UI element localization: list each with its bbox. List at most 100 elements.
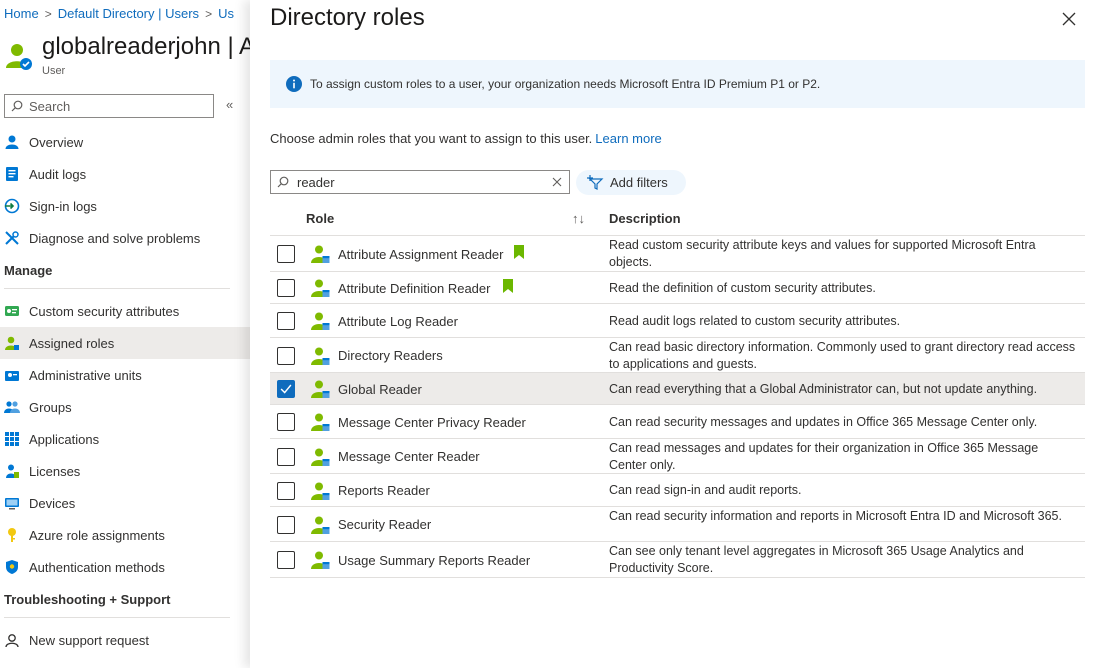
role-checkbox[interactable]	[277, 346, 295, 365]
sidebar-item-azure-role-assignments[interactable]: Azure role assignments	[0, 519, 250, 551]
role-checkbox[interactable]	[277, 413, 295, 431]
wrench-icon	[4, 230, 20, 246]
sidebar-item-label: Overview	[29, 134, 84, 150]
role-description: Can see only tenant level aggregates in …	[609, 544, 1024, 575]
role-description: Can read messages and updates for their …	[609, 440, 1039, 472]
sidebar-item-applications[interactable]: Applications	[0, 423, 250, 455]
key-icon	[4, 527, 20, 543]
licenses-icon	[4, 463, 20, 479]
sidebar-item-label: Azure role assignments	[29, 527, 165, 543]
add-filters-label: Add filters	[610, 175, 668, 190]
divider	[4, 288, 230, 289]
role-checkbox[interactable]	[277, 312, 295, 330]
sidebar-item-groups[interactable]: Groups	[0, 391, 250, 423]
sidebar-item-assigned-roles[interactable]: Assigned roles	[0, 327, 250, 359]
table-row[interactable]: Attribute Log Reader Read audit logs rela…	[270, 304, 1085, 338]
assigned-roles-icon	[4, 335, 20, 351]
sidebar-item-sign-in-logs[interactable]: Sign-in logs	[0, 190, 250, 222]
close-icon[interactable]	[1060, 10, 1078, 28]
column-header-description: Description	[609, 211, 681, 226]
sidebar-item-label: Devices	[29, 495, 76, 511]
user-name: globalreaderjohn | A	[42, 33, 250, 60]
sidebar-item-overview[interactable]: Overview	[0, 126, 250, 158]
sidebar-item-diagnose[interactable]: Diagnose and solve problems	[0, 222, 250, 254]
column-header-role[interactable]: Role	[306, 211, 334, 226]
user-detail-page: Home > Default Directory | Users > Us global…	[0, 0, 250, 668]
role-name: Message Center Reader	[338, 449, 480, 464]
role-description: Can read security information and report…	[609, 508, 1062, 523]
role-checkbox[interactable]	[277, 481, 295, 500]
table-row[interactable]: Security Reader Can read security informa…	[270, 507, 1085, 542]
role-name: Usage Summary Reports Reader	[338, 552, 531, 568]
role-icon	[310, 480, 332, 502]
learn-more-link[interactable]: Learn more	[595, 131, 661, 146]
role-description: Read custom security attribute keys and …	[609, 238, 1036, 269]
breadcrumb-users[interactable]: Default Directory | Users	[58, 6, 199, 21]
breadcrumb-separator: >	[205, 7, 213, 21]
table-row[interactable]: Attribute Assignment Reader Read custom s…	[270, 236, 1085, 272]
role-name: Security Reader	[338, 517, 432, 532]
role-checkbox[interactable]	[277, 515, 295, 534]
sidebar-nav: Overview Audit logs Sign-in logs Diagnos…	[0, 126, 250, 656]
role-icon	[310, 243, 332, 265]
sort-icon[interactable]: ↑↓	[572, 211, 585, 226]
sidebar-section-manage: Manage	[4, 263, 53, 278]
role-checkbox[interactable]	[277, 551, 295, 569]
table-row[interactable]: Reports Reader Can read sign-in and audit…	[270, 474, 1085, 507]
role-description: Read the definition of custom security a…	[609, 280, 876, 295]
role-search-box[interactable]	[270, 170, 570, 194]
role-description: Can read security messages and updates i…	[609, 414, 1038, 429]
table-row[interactable]: Attribute Definition Reader Read the defi…	[270, 272, 1085, 304]
instruction-label: Choose admin roles that you want to assi…	[270, 131, 593, 146]
directory-roles-panel: Directory roles To assign custom roles t…	[250, 0, 1096, 668]
role-checkbox[interactable]	[277, 380, 295, 398]
sidebar-item-label: Sign-in logs	[29, 198, 97, 214]
role-checkbox[interactable]	[277, 279, 295, 297]
sidebar-item-audit-logs[interactable]: Audit logs	[0, 158, 250, 190]
table-row[interactable]: Message Center Reader Can read messages a…	[270, 439, 1085, 474]
role-name: Attribute Definition Reader	[338, 280, 491, 296]
table-row[interactable]: Global Reader Can read everything that a …	[270, 373, 1085, 405]
audit-log-icon	[4, 166, 20, 182]
sidebar-item-label: Diagnose and solve problems	[29, 230, 201, 246]
role-checkbox[interactable]	[277, 447, 295, 466]
sidebar-item-devices[interactable]: Devices	[0, 487, 250, 519]
info-banner: To assign custom roles to a user, your o…	[270, 60, 1085, 108]
shield-icon	[4, 559, 20, 575]
sidebar-item-label: Custom security attributes	[29, 303, 180, 319]
sidebar-item-administrative-units[interactable]: Administrative units	[0, 359, 250, 391]
user-avatar-icon	[6, 44, 32, 70]
role-name: Reports Reader	[338, 483, 430, 498]
sidebar-item-custom-security-attributes[interactable]: Custom security attributes	[0, 295, 250, 327]
sidebar-item-label: Applications	[29, 431, 100, 447]
sidebar-item-label: Licenses	[29, 463, 81, 479]
table-row[interactable]: Message Center Privacy Reader Can read se…	[270, 405, 1085, 439]
attributes-icon	[4, 303, 20, 319]
breadcrumb-home[interactable]: Home	[4, 6, 39, 21]
breadcrumb-separator: >	[44, 7, 52, 21]
role-checkbox[interactable]	[277, 245, 295, 263]
sidebar-item-licenses[interactable]: Licenses	[0, 455, 250, 487]
clear-search-icon[interactable]	[551, 175, 563, 189]
sidebar-item-label: Assigned roles	[29, 335, 115, 351]
breadcrumb-user[interactable]: Us	[218, 6, 234, 21]
sidebar-item-label: Groups	[29, 399, 72, 415]
role-icon	[310, 446, 332, 468]
sidebar-search-input[interactable]: Search	[4, 94, 214, 118]
sidebar-item-new-support-request[interactable]: New support request	[0, 624, 250, 656]
sidebar-item-authentication-methods[interactable]: Authentication methods	[0, 551, 250, 583]
instruction-text: Choose admin roles that you want to assi…	[270, 131, 662, 146]
role-name: Attribute Log Reader	[338, 313, 458, 329]
user-icon	[4, 134, 20, 150]
breadcrumb: Home > Default Directory | Users > Us	[4, 6, 234, 21]
add-filters-button[interactable]: Add filters	[576, 170, 686, 195]
role-icon	[310, 345, 332, 367]
role-search-input[interactable]	[297, 174, 547, 190]
table-row[interactable]: Directory Readers Can read basic director…	[270, 338, 1085, 373]
info-icon	[286, 76, 302, 92]
sidebar-item-label: New support request	[29, 632, 149, 648]
role-icon	[310, 514, 332, 536]
table-row[interactable]: Usage Summary Reports Reader Can see only…	[270, 542, 1085, 578]
admin-units-icon	[4, 367, 20, 383]
collapse-sidebar-button[interactable]: «	[226, 97, 233, 112]
